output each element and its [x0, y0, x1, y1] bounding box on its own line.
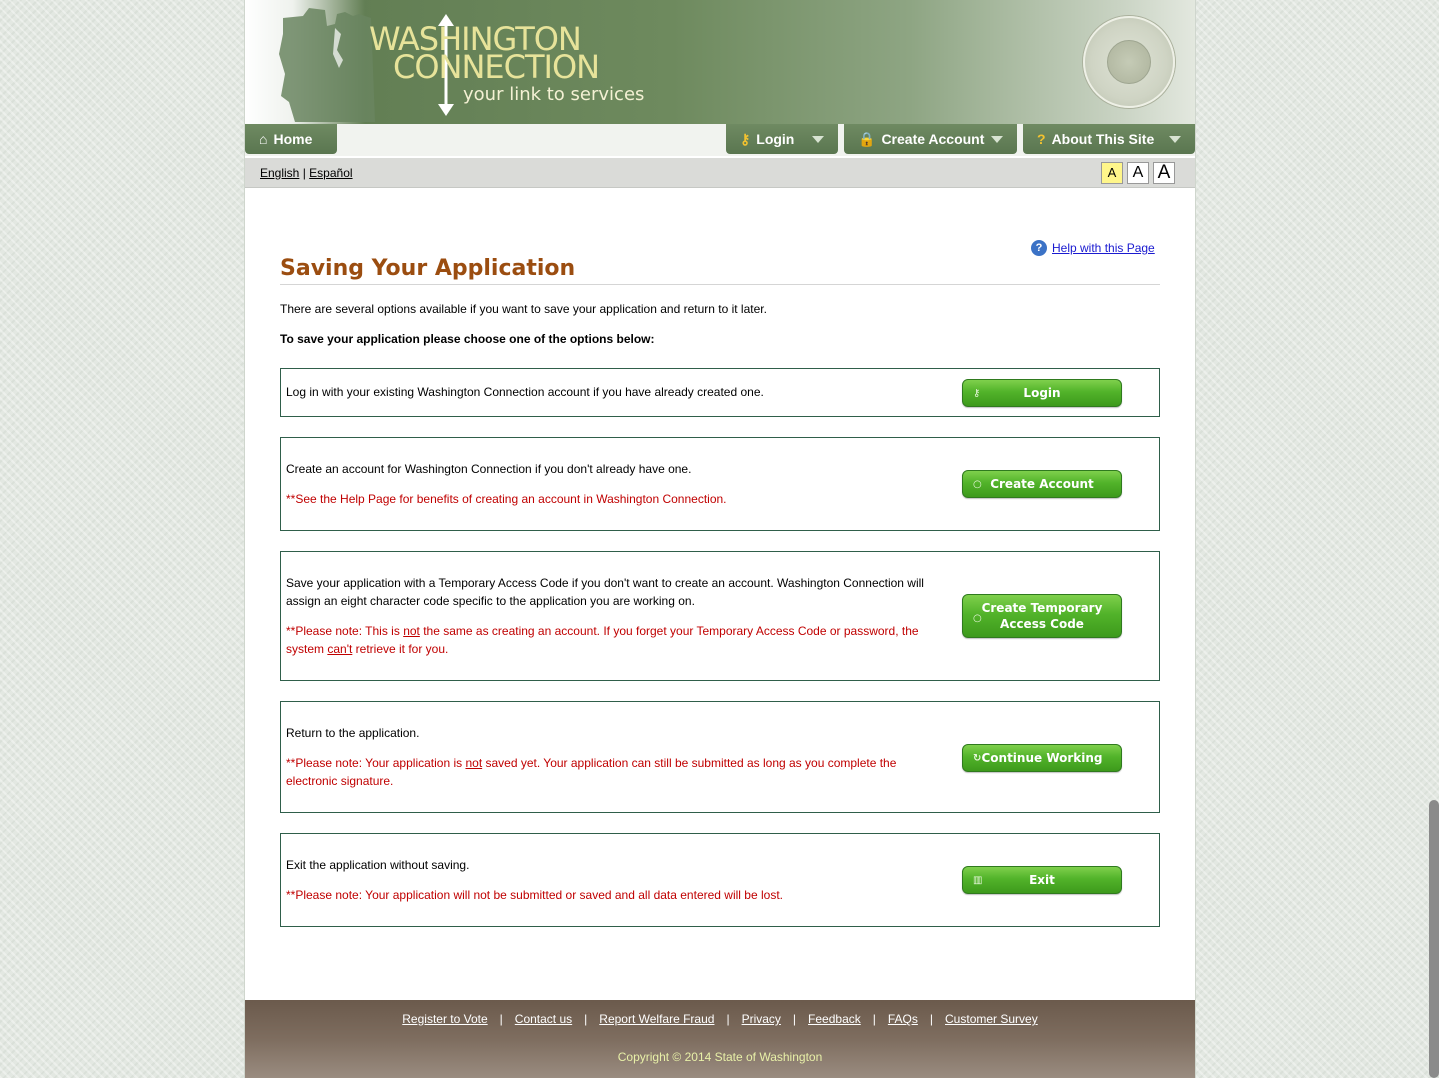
- footer-link-faqs[interactable]: FAQs: [888, 1012, 918, 1026]
- text-size-large-button[interactable]: A: [1153, 162, 1175, 184]
- chevron-down-icon: [812, 136, 824, 143]
- nav-login[interactable]: ⚷ Login: [726, 124, 838, 154]
- option-create-account-text: Create an account for Washington Connect…: [286, 462, 692, 476]
- page-container: WASHINGTON CONNECTION your link to servi…: [244, 0, 1196, 1078]
- option-create-account-box: Create an account for Washington Connect…: [280, 437, 1160, 531]
- option-exit-note: **Please note: Your application will not…: [286, 888, 783, 902]
- temp-code-button-line1: Create Temporary: [981, 601, 1103, 615]
- footer: Register to Vote | Contact us | Report Welfa…: [245, 1000, 1195, 1078]
- footer-link-feedback[interactable]: Feedback: [808, 1012, 861, 1026]
- continue-working-button[interactable]: ↻ Continue Working: [962, 744, 1122, 772]
- title-divider: [280, 284, 1160, 285]
- nav-create-account[interactable]: 🔒 Create Account: [844, 124, 1017, 154]
- footer-links: Register to Vote | Contact us | Report Welfa…: [402, 1012, 1038, 1026]
- temp-code-button-line2: Access Code: [1000, 617, 1084, 631]
- key-icon: ⚷: [740, 130, 751, 147]
- key-icon: ⚷: [973, 387, 981, 399]
- option-temp-code-box: Save your application with a Temporary A…: [280, 551, 1160, 681]
- nav-home[interactable]: ⌂ Home: [245, 124, 337, 154]
- nav-home-label: Home: [273, 131, 313, 147]
- help-with-page-link[interactable]: Help with this Page: [1052, 241, 1155, 255]
- create-account-button[interactable]: ○ Create Account: [962, 470, 1122, 498]
- instruction-text: To save your application please choose o…: [280, 332, 655, 346]
- footer-link-privacy[interactable]: Privacy: [742, 1012, 781, 1026]
- option-continue-box: Return to the application. **Please note…: [280, 701, 1160, 813]
- option-login-text: Log in with your existing Washington Con…: [286, 385, 764, 399]
- footer-link-report-welfare-fraud[interactable]: Report Welfare Fraud: [599, 1012, 714, 1026]
- logo-tagline: your link to services: [463, 84, 645, 105]
- lock-icon: 🔒: [858, 130, 876, 147]
- create-account-button-label: Create Account: [990, 477, 1094, 491]
- home-icon: ⌂: [259, 131, 268, 147]
- lightbulb-icon: ○: [973, 478, 982, 490]
- option-continue-text: Return to the application.: [286, 726, 420, 740]
- footer-link-customer-survey[interactable]: Customer Survey: [945, 1012, 1038, 1026]
- option-login-box: Log in with your existing Washington Con…: [280, 368, 1160, 417]
- create-temporary-access-code-button[interactable]: ○ Create Temporary Access Code: [962, 594, 1122, 638]
- chevron-down-icon: [991, 136, 1003, 143]
- question-icon: ?: [1037, 131, 1046, 147]
- help-link-container: ? Help with this Page: [1031, 240, 1155, 256]
- option-exit-box: Exit the application without saving. **P…: [280, 833, 1160, 927]
- nav-about[interactable]: ? About This Site: [1023, 124, 1195, 154]
- option-continue-note: **Please note: Your application is not s…: [286, 756, 897, 788]
- nav-login-label: Login: [756, 131, 795, 147]
- login-button[interactable]: ⚷ Login: [962, 379, 1122, 407]
- text-size-medium-button[interactable]: A: [1127, 162, 1149, 184]
- login-button-label: Login: [1023, 386, 1061, 400]
- page-title: Saving Your Application: [280, 256, 576, 281]
- exit-button[interactable]: ▥ Exit: [962, 866, 1122, 894]
- option-temp-code-note: **Please note: This is not the same as c…: [286, 624, 919, 656]
- main-navigation: ⌂ Home ⚷ Login 🔒 Create Account ? About …: [245, 124, 1195, 156]
- help-icon: ?: [1031, 240, 1047, 256]
- state-seal-icon: [1083, 16, 1175, 108]
- copyright-text: Copyright © 2014 State of Washington: [617, 1050, 823, 1064]
- scrollbar-thumb[interactable]: [1429, 800, 1439, 1078]
- logo-text-connection: CONNECTION: [393, 48, 600, 86]
- continue-working-button-label: Continue Working: [981, 751, 1103, 765]
- language-english-link[interactable]: English: [260, 166, 299, 180]
- footer-link-contact-us[interactable]: Contact us: [515, 1012, 572, 1026]
- refresh-icon: ↻: [973, 752, 982, 764]
- header-banner: WASHINGTON CONNECTION your link to servi…: [245, 0, 1195, 124]
- option-exit-text: Exit the application without saving.: [286, 858, 470, 872]
- intro-text: There are several options available if y…: [280, 302, 767, 316]
- nav-create-account-label: Create Account: [881, 131, 985, 147]
- lightbulb-icon: ○: [973, 613, 982, 624]
- footer-link-register-to-vote[interactable]: Register to Vote: [402, 1012, 487, 1026]
- trash-icon: ▥: [973, 874, 983, 886]
- exit-button-label: Exit: [1029, 873, 1055, 887]
- language-separator: |: [302, 166, 306, 180]
- chevron-down-icon: [1169, 136, 1181, 143]
- option-temp-code-text: Save your application with a Temporary A…: [286, 576, 924, 608]
- language-bar: English | Español A A A: [245, 158, 1195, 188]
- nav-about-label: About This Site: [1051, 131, 1155, 147]
- option-create-account-note: **See the Help Page for benefits of crea…: [286, 492, 727, 506]
- text-size-small-button[interactable]: A: [1101, 162, 1123, 184]
- language-spanish-link[interactable]: Español: [309, 166, 352, 180]
